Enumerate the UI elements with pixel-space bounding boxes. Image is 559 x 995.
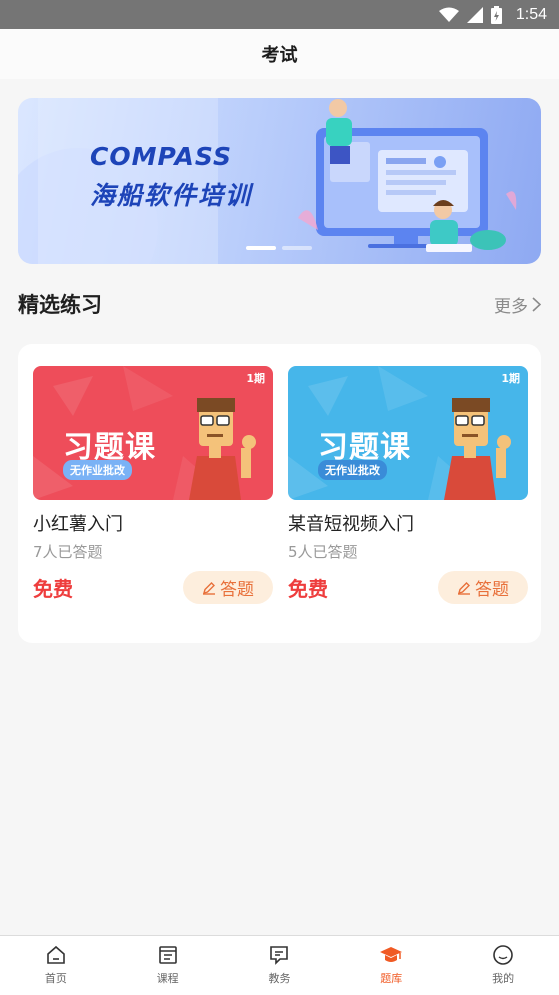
price-label: 免费 [288, 577, 328, 601]
chat-icon [270, 946, 289, 965]
thumbnail-tag: 无作业批改 [63, 460, 132, 480]
smile-icon [493, 945, 513, 965]
banner-indicator [246, 246, 312, 250]
title-bar: 考试 [0, 29, 559, 79]
chevron-right-icon [532, 296, 541, 312]
nav-label: 课程 [156, 972, 179, 985]
bottom-nav: 首页 课程 教务 题库 我的 [0, 935, 559, 995]
pencil-icon [457, 581, 470, 595]
practice-thumbnail[interactable]: 1期 习题课 无作业批改 [288, 366, 528, 500]
nav-label: 题库 [380, 972, 403, 985]
practice-title[interactable]: 某音短视频入门 [288, 510, 528, 535]
answer-count: 7人已答题 [33, 543, 103, 561]
nav-item-question-bank[interactable]: 题库 [335, 936, 447, 995]
teacher-figure-icon [444, 398, 511, 500]
nav-item-academic[interactable]: 教务 [224, 936, 336, 995]
nav-label: 首页 [44, 972, 67, 985]
wifi-icon [438, 7, 459, 22]
period-badge: 1期 [246, 372, 265, 385]
answer-button[interactable]: 答题 [183, 571, 273, 604]
banner-title-cn: 海船软件培训 [90, 181, 253, 210]
answer-button-label: 答题 [220, 580, 254, 600]
practice-item[interactable]: 1期 习题课 无作业批改 小红薯入门 7人已答题 免费 答题 [33, 366, 273, 604]
signal-icon [466, 6, 483, 23]
answer-count: 5人已答题 [288, 543, 358, 561]
banner-dot-active [246, 246, 276, 250]
nav-label: 我的 [492, 972, 515, 985]
nav-label: 教务 [268, 972, 291, 985]
teacher-figure-icon [189, 398, 256, 500]
nav-item-course[interactable]: 课程 [112, 936, 224, 995]
page-title: 考试 [261, 45, 298, 66]
section-header: 精选练习 更多 [18, 284, 541, 324]
battery-icon [490, 5, 502, 24]
course-icon [158, 946, 177, 964]
status-bar: 1:54 [0, 0, 559, 29]
practice-panel: 1期 习题课 无作业批改 小红薯入门 7人已答题 免费 答题 1期 习题课 无作… [18, 344, 541, 643]
graduation-cap-icon [380, 947, 403, 962]
home-icon [47, 945, 65, 964]
practice-thumbnail[interactable]: 1期 习题课 无作业批改 [33, 366, 273, 500]
answer-button-label: 答题 [475, 580, 509, 600]
nav-item-home[interactable]: 首页 [0, 936, 112, 995]
practice-footer: 免费 答题 [33, 571, 273, 604]
more-label: 更多 [494, 296, 528, 317]
practice-title[interactable]: 小红薯入门 [33, 510, 273, 535]
period-badge: 1期 [501, 372, 520, 385]
practice-item[interactable]: 1期 习题课 无作业批改 某音短视频入门 5人已答题 免费 答题 [288, 366, 528, 604]
answer-button[interactable]: 答题 [438, 571, 528, 604]
section-title: 精选练习 [18, 293, 102, 317]
price-label: 免费 [33, 577, 73, 601]
pencil-icon [202, 581, 215, 595]
practice-footer: 免费 答题 [288, 571, 528, 604]
banner-title-en: COMPASS [90, 142, 232, 171]
nav-item-profile[interactable]: 我的 [447, 936, 559, 995]
banner-dot [282, 246, 312, 250]
status-time: 1:54 [515, 5, 547, 23]
banner-carousel[interactable]: COMPASS 海船软件培训 [18, 98, 541, 264]
thumbnail-tag: 无作业批改 [318, 460, 387, 480]
more-link[interactable]: 更多 [494, 292, 541, 317]
